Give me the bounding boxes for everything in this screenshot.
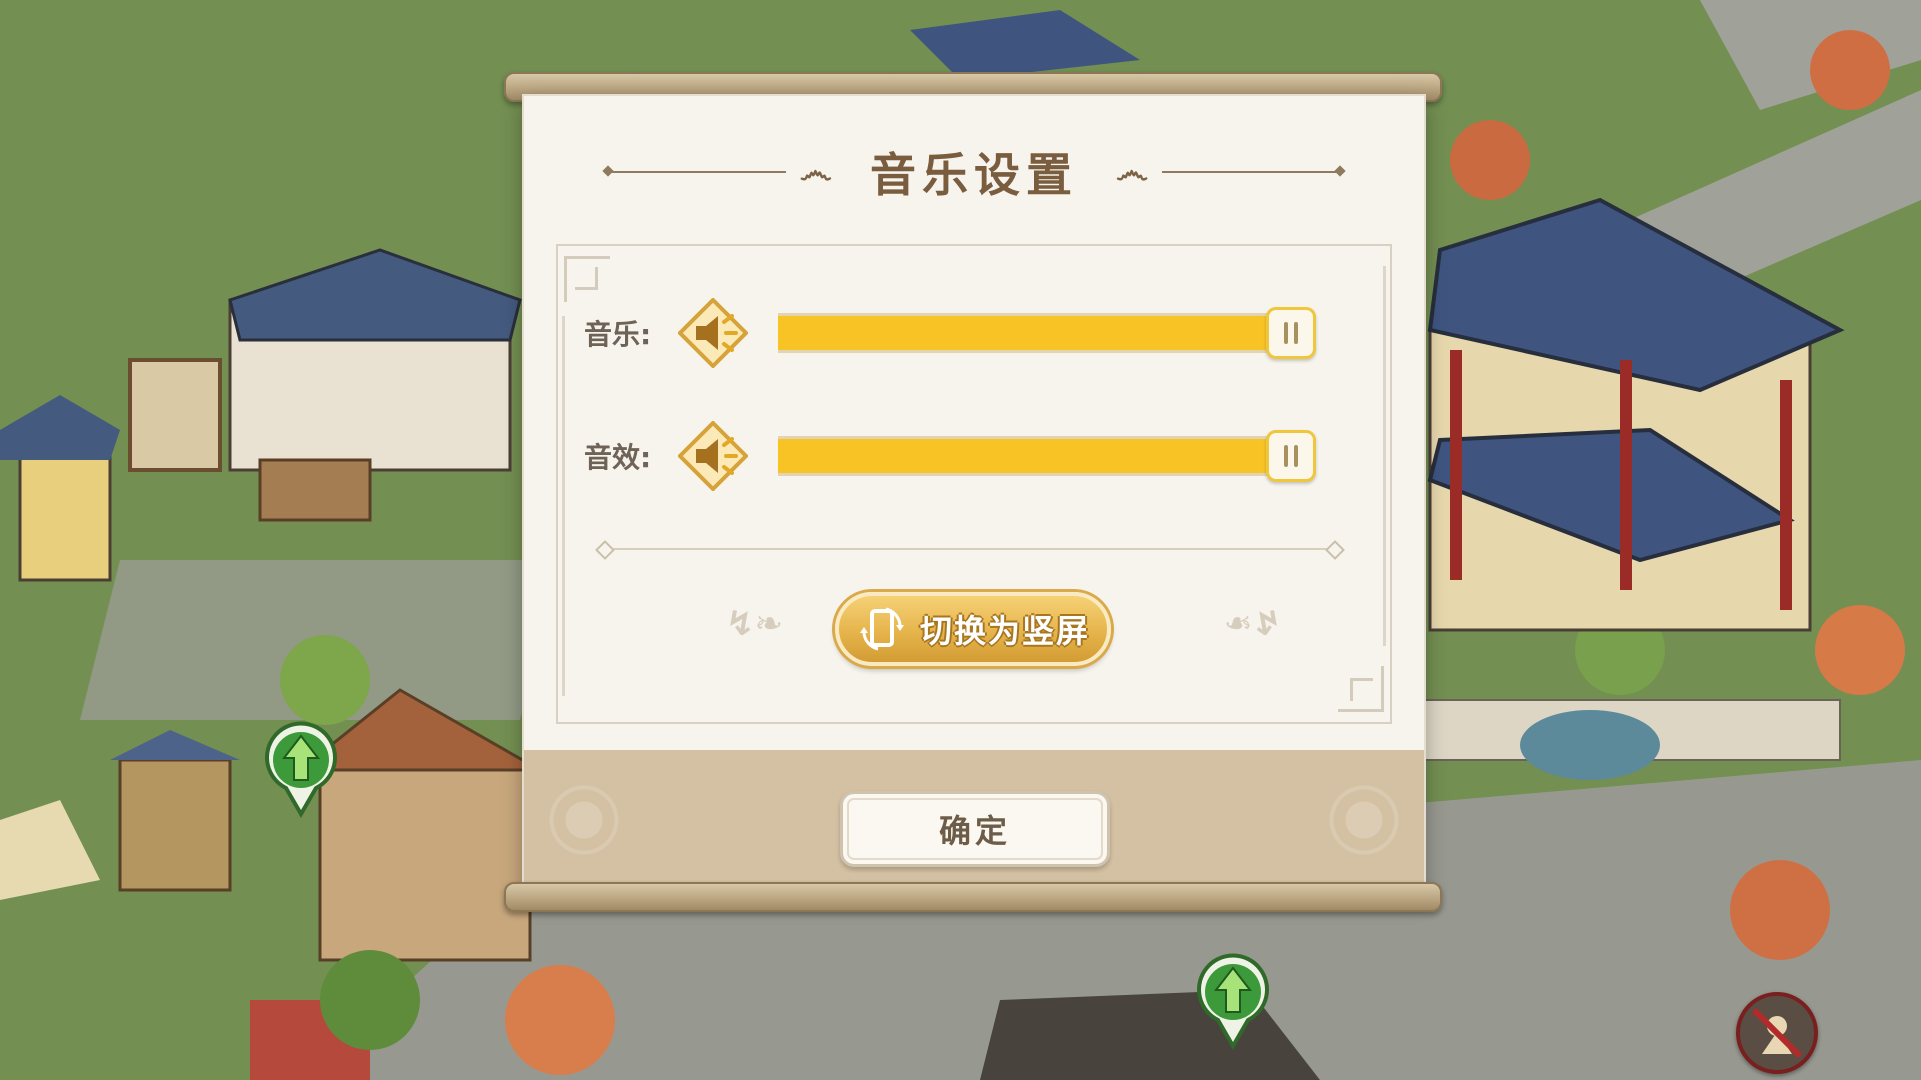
mute-icon — [1751, 1007, 1803, 1059]
fret-corner-ornament — [1338, 666, 1384, 712]
cloud-swirl-ornament-icon: ↯❧ — [1224, 604, 1281, 644]
mute-toggle-button[interactable] — [1736, 992, 1818, 1074]
sfx-volume-handle[interactable] — [1266, 430, 1316, 482]
music-volume-fill — [778, 316, 1306, 350]
confirm-label: 确定 — [938, 812, 1011, 850]
music-volume-row: 音乐: — [584, 296, 1316, 370]
speaker-icon[interactable] — [677, 420, 749, 492]
music-volume-handle[interactable] — [1266, 307, 1316, 359]
rotate-phone-icon — [859, 607, 904, 651]
sfx-label: 音效: — [584, 441, 652, 474]
frame-side-line — [562, 316, 565, 696]
speaker-icon[interactable] — [677, 297, 749, 369]
dialog-title-row: ෴ 音乐设置 ෴ — [608, 142, 1340, 202]
upgrade-marker[interactable] — [258, 718, 344, 819]
sfx-volume-fill — [778, 439, 1306, 473]
switch-portrait-button[interactable]: 切换为竖屏 — [835, 592, 1111, 666]
confirm-button[interactable]: 确定 — [840, 791, 1110, 867]
section-divider — [606, 548, 1334, 550]
music-volume-slider[interactable] — [778, 307, 1316, 359]
sfx-volume-slider[interactable] — [778, 430, 1316, 482]
title-divider-right — [1162, 171, 1340, 173]
green-arrow-upgrade-icon — [1197, 953, 1269, 1051]
swirl-ornament-icon: ෴ — [1116, 152, 1149, 192]
cloud-swirl-ornament-icon: ↯❧ — [726, 604, 783, 644]
upgrade-marker[interactable] — [1190, 950, 1276, 1051]
switch-portrait-label: 切换为竖屏 — [919, 612, 1090, 650]
title-divider-left — [608, 171, 786, 173]
dialog-title: 音乐设置 — [870, 148, 1078, 202]
frame-side-line — [1383, 266, 1386, 646]
swirl-ornament-icon: ෴ — [799, 152, 832, 192]
music-settings-dialog: ෴ 音乐设置 ෴ 音乐: 音效: ↯❧ 切换为竖屏 ↯❧ 确定 — [524, 96, 1424, 892]
scroll-rod-bottom — [504, 882, 1442, 912]
sfx-volume-row: 音效: — [584, 419, 1316, 493]
green-arrow-upgrade-icon — [265, 721, 337, 819]
music-label: 音乐: — [584, 318, 652, 351]
